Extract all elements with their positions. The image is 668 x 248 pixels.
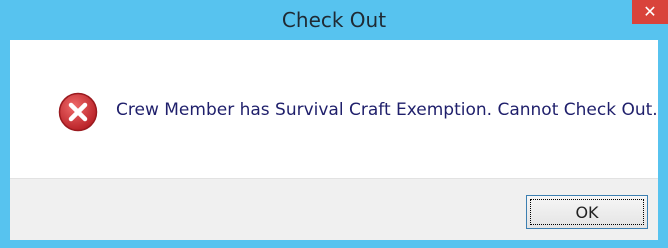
dialog-body: Crew Member has Survival Craft Exemption…	[10, 40, 658, 240]
window-title: Check Out	[281, 8, 387, 32]
close-icon: ✕	[643, 2, 657, 21]
error-icon	[58, 92, 98, 132]
close-button[interactable]: ✕	[632, 0, 668, 24]
title-bar[interactable]: Check Out ✕	[0, 0, 668, 40]
check-out-dialog: Check Out ✕ Crew Member has Survival Cra…	[0, 0, 668, 248]
ok-button[interactable]: OK	[526, 195, 648, 229]
message-text: Crew Member has Survival Craft Exemption…	[116, 100, 658, 120]
button-bar: OK	[10, 178, 658, 240]
message-area: Crew Member has Survival Craft Exemption…	[10, 40, 658, 178]
